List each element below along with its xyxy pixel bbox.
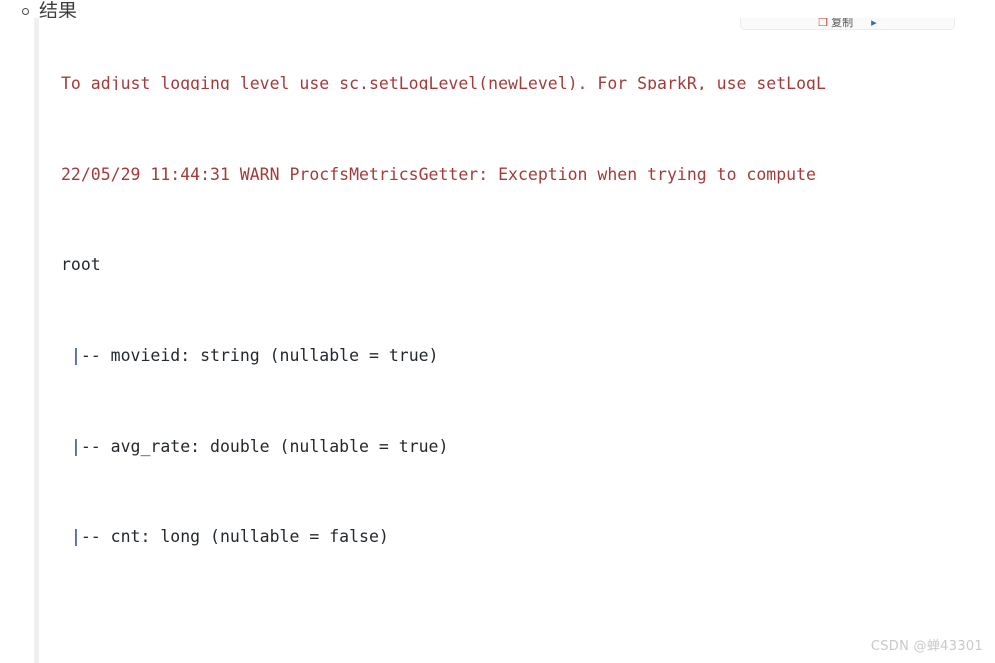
copy-button-label: 复制 xyxy=(831,18,854,29)
log-line-clipped: To adjust logging level use sc.setLogLev… xyxy=(61,74,826,91)
watermark: CSDN @蝉43301 xyxy=(870,639,983,654)
code-block: ❐ 复制 ▸ To adjust logging level use sc.se… xyxy=(34,18,995,663)
run-button[interactable]: ▸ xyxy=(871,18,877,28)
run-icon: ▸ xyxy=(871,18,877,29)
schema-field-movieid: |-- movieid: string (nullable = true) xyxy=(70,346,439,365)
code-content[interactable]: To adjust logging level use sc.setLogLev… xyxy=(39,18,826,663)
schema-field-avg-rate: |-- avg_rate: double (nullable = true) xyxy=(70,436,449,456)
log-line-warn: 22/05/29 11:44:31 WARN ProcfsMetricsGett… xyxy=(61,164,816,184)
schema-field-cnt: |-- cnt: long (nullable = false) xyxy=(70,527,389,547)
circle-bullet-icon xyxy=(22,7,29,15)
schema-root: root xyxy=(61,255,101,275)
